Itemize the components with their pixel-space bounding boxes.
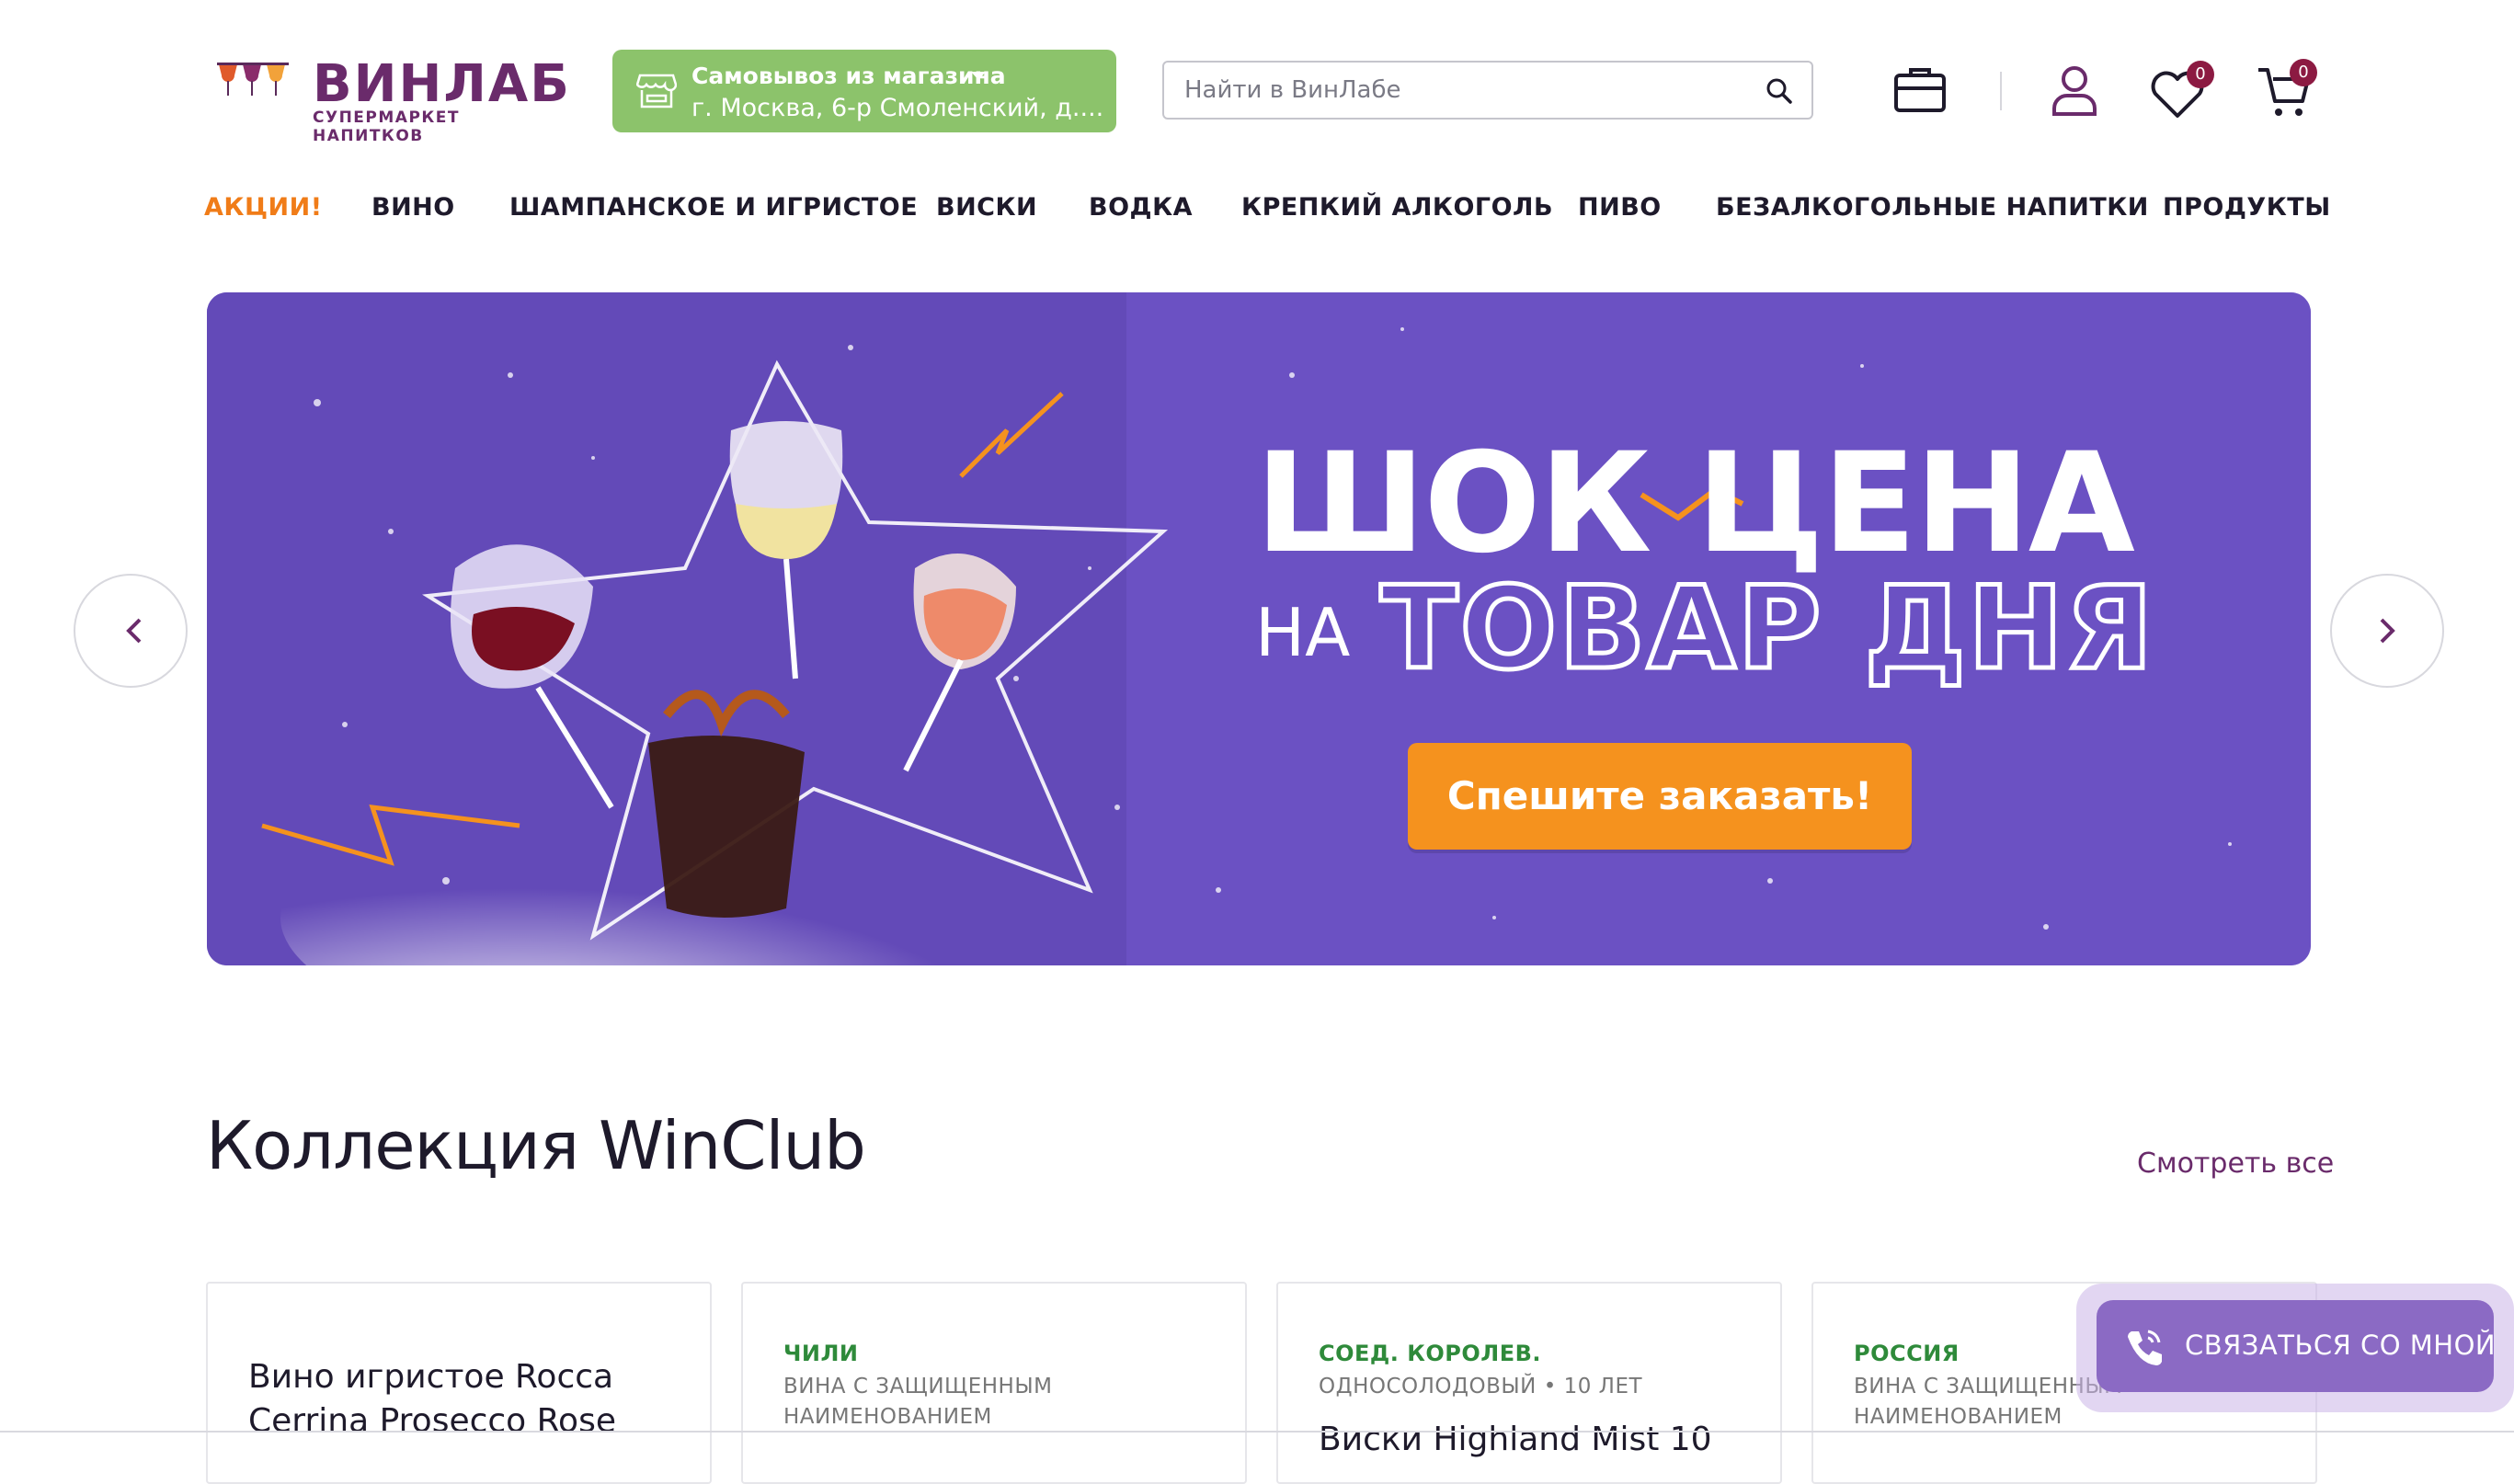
logo[interactable]: ВИНЛАБ СУПЕРМАРКЕТ НАПИТКОВ xyxy=(217,55,569,145)
product-card[interactable]: Вино игристое Rocca Cerrina Prosecco Rose xyxy=(206,1282,712,1484)
favorites-count-badge: 0 xyxy=(2187,61,2214,88)
promo-banner[interactable]: ШОК ЦЕНА НА ТОВАР ДНЯ Спешите заказать! xyxy=(207,292,2311,965)
cart-count-badge: 0 xyxy=(2290,59,2317,86)
pickup-store-selector[interactable]: Самовывоз из магазина г. Москва, 6-р Смо… xyxy=(612,50,1116,132)
nav-item-products[interactable]: ПРОДУКТЫ xyxy=(2163,193,2331,222)
product-country: СОЕД. КОРОЛЕВ. xyxy=(1319,1341,1542,1366)
logo-subtitle: СУПЕРМАРКЕТ НАПИТКОВ xyxy=(313,108,461,145)
header-divider xyxy=(2000,72,2002,110)
chevron-down-icon xyxy=(971,72,986,80)
carousel-prev-button[interactable] xyxy=(74,574,188,688)
chevron-left-icon xyxy=(126,618,142,644)
banner-prefix: НА xyxy=(1255,594,1351,671)
logo-title: ВИНЛАБ xyxy=(313,54,571,114)
carousel-next-button[interactable] xyxy=(2330,574,2444,688)
product-country: ЧИЛИ xyxy=(783,1341,859,1366)
search-input[interactable] xyxy=(1184,63,1736,118)
see-all-link[interactable]: Смотреть все xyxy=(2137,1147,2334,1180)
nav-item-champagne[interactable]: ШАМПАНСКОЕ И ИГРИСТОЕ xyxy=(509,193,918,222)
search-icon[interactable] xyxy=(1766,77,1793,105)
product-category: ВИНА С ЗАЩИЩЕННЫМ НАИМЕНОВАНИЕМ xyxy=(783,1375,1053,1429)
banner-subheadline: ТОВАР ДНЯ xyxy=(1377,563,2155,695)
product-name: Виски Highland Mist 10 xyxy=(1319,1421,1712,1458)
banner-cta-button[interactable]: Спешите заказать! xyxy=(1408,743,1912,850)
chevron-right-icon xyxy=(2380,618,2395,644)
product-card[interactable]: СОЕД. КОРОЛЕВ. ОДНОСОЛОДОВЫЙ • 10 ЛЕТ Ви… xyxy=(1276,1282,1782,1484)
contact-widget: СВЯЗАТЬСЯ СО МНОЙ xyxy=(2076,1284,2514,1412)
contact-label: СВЯЗАТЬСЯ СО МНОЙ xyxy=(2185,1330,2497,1361)
product-card[interactable]: ЧИЛИ ВИНА С ЗАЩИЩЕННЫМ НАИМЕНОВАНИЕМ xyxy=(741,1282,1247,1484)
nav-item-beer[interactable]: ПИВО xyxy=(1578,193,1662,222)
nav-item-whisky[interactable]: ВИСКИ xyxy=(936,193,1037,222)
product-category: ОДНОСОЛОДОВЫЙ • 10 ЛЕТ xyxy=(1319,1375,1643,1398)
nav-item-wine[interactable]: ВИНО xyxy=(371,193,455,222)
section-title: Коллекция WinClub xyxy=(206,1107,866,1184)
store-icon xyxy=(636,74,677,108)
banner-headline: ШОК ЦЕНА xyxy=(1255,424,2135,584)
nav-item-vodka[interactable]: ВОДКА xyxy=(1089,193,1193,222)
search-box xyxy=(1162,61,1813,120)
nav-item-strong[interactable]: КРЕПКИЙ АЛКОГОЛЬ xyxy=(1241,193,1553,222)
briefcase-icon[interactable] xyxy=(1891,61,1949,120)
logo-glasses-icon xyxy=(217,63,289,96)
phone-icon xyxy=(2128,1330,2162,1365)
product-country: РОССИЯ xyxy=(1854,1341,1960,1366)
nav-item-promo[interactable]: АКЦИИ! xyxy=(204,193,323,222)
contact-me-button[interactable]: СВЯЗАТЬСЯ СО МНОЙ xyxy=(2097,1300,2497,1392)
nav-item-soft-drinks[interactable]: БЕЗАЛКОГОЛЬНЫЕ НАПИТКИ xyxy=(1716,193,2149,222)
main-nav: АКЦИИ! ВИНО ШАМПАНСКОЕ И ИГРИСТОЕ ВИСКИ … xyxy=(204,193,2330,239)
user-icon[interactable] xyxy=(2045,61,2104,120)
pickup-address: г. Москва, 6-р Смоленский, д.... xyxy=(691,94,1104,122)
pickup-title: Самовывоз из магазина xyxy=(691,63,1006,89)
